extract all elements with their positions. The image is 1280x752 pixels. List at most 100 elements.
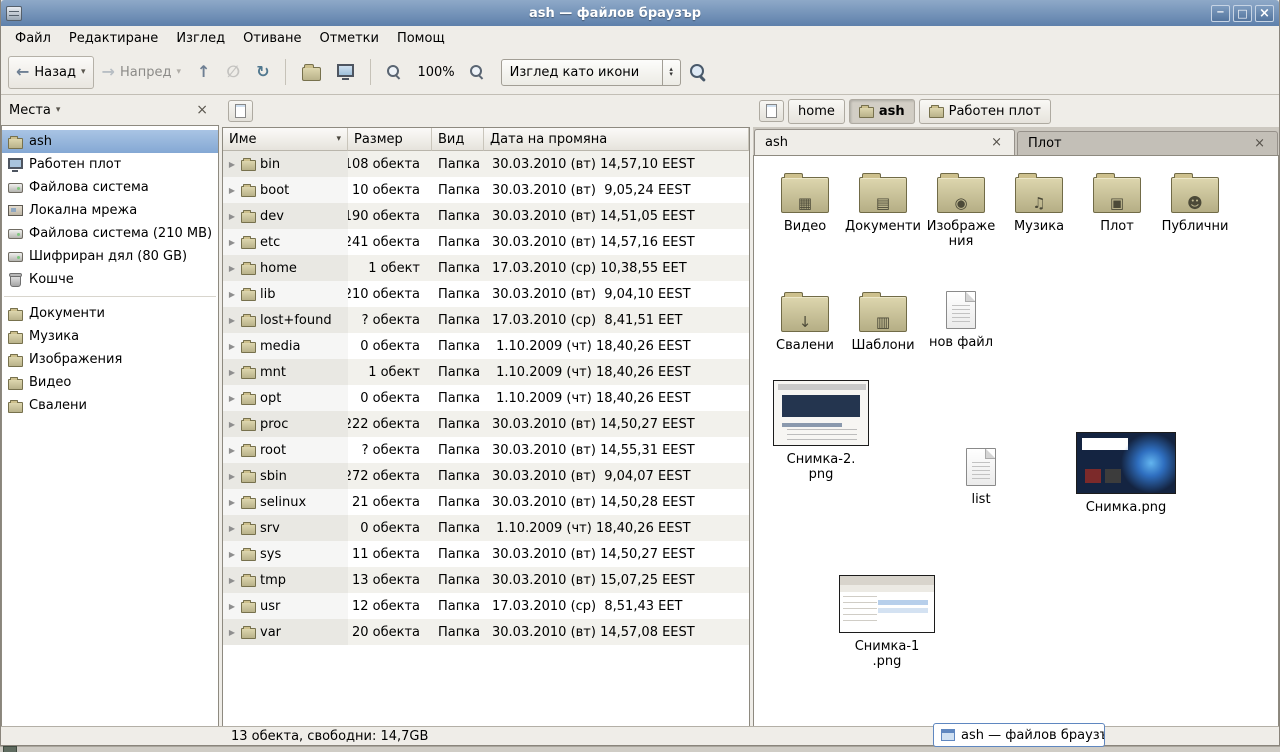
table-row[interactable]: sys 11 обекта Папка 30.03.2010 (вт) 14,5… bbox=[223, 541, 749, 567]
sidebar-item[interactable]: Изображения bbox=[2, 348, 218, 371]
file-icon-item[interactable]: Шаблони bbox=[844, 291, 922, 353]
location-toggle-button[interactable] bbox=[228, 100, 253, 122]
menu-item[interactable]: Редактиране bbox=[60, 28, 167, 49]
table-row[interactable]: dev 190 обекта Папка 30.03.2010 (вт) 14,… bbox=[223, 203, 749, 229]
close-button[interactable] bbox=[1255, 5, 1274, 22]
file-icon-item[interactable]: Плот bbox=[1078, 172, 1156, 234]
maximize-button[interactable] bbox=[1233, 5, 1252, 22]
pathbar-button[interactable]: ash bbox=[849, 99, 915, 124]
menu-item[interactable]: Отиване bbox=[234, 28, 310, 49]
close-icon[interactable] bbox=[193, 102, 211, 118]
taskbar-window-button[interactable]: ash — файлов браузър bbox=[933, 723, 1105, 747]
table-row[interactable]: bin 108 обекта Папка 30.03.2010 (вт) 14,… bbox=[223, 151, 749, 177]
expander-icon[interactable] bbox=[227, 368, 237, 377]
file-icon-item[interactable]: Видео bbox=[766, 172, 844, 234]
expander-icon[interactable] bbox=[227, 186, 237, 195]
search-button[interactable] bbox=[681, 56, 716, 89]
table-row[interactable]: srv 0 обекта Папка 1.10.2009 (чт) 18,40,… bbox=[223, 515, 749, 541]
sidebar-item[interactable]: Документи bbox=[2, 302, 218, 325]
computer-button[interactable] bbox=[329, 56, 362, 89]
table-row[interactable]: etc 241 обекта Папка 30.03.2010 (вт) 14,… bbox=[223, 229, 749, 255]
sidebar-item[interactable]: Работен плот bbox=[2, 153, 218, 176]
expander-icon[interactable] bbox=[227, 628, 237, 637]
expander-icon[interactable] bbox=[227, 394, 237, 403]
up-button[interactable] bbox=[189, 56, 218, 89]
expander-icon[interactable] bbox=[227, 420, 237, 429]
close-icon[interactable] bbox=[989, 135, 1004, 150]
table-row[interactable]: sbin 272 обекта Папка 30.03.2010 (вт) 9,… bbox=[223, 463, 749, 489]
file-icon-item[interactable]: Музика bbox=[1000, 172, 1078, 234]
table-row[interactable]: proc 222 обекта Папка 30.03.2010 (вт) 14… bbox=[223, 411, 749, 437]
file-icon-item[interactable]: Снимка.png bbox=[1066, 432, 1186, 515]
file-icon-item[interactable]: нов файл bbox=[922, 291, 1000, 350]
close-icon[interactable] bbox=[1252, 136, 1267, 151]
column-header-type[interactable]: Вид bbox=[432, 128, 484, 151]
pane-tab[interactable]: ash bbox=[754, 129, 1015, 155]
expander-icon[interactable] bbox=[227, 212, 237, 221]
pane-tab[interactable]: Плот bbox=[1017, 131, 1278, 155]
menu-item[interactable]: Файл bbox=[6, 28, 60, 49]
spinner-arrows-icon[interactable] bbox=[662, 60, 680, 85]
expander-icon[interactable] bbox=[227, 342, 237, 351]
table-row[interactable]: media 0 обекта Папка 1.10.2009 (чт) 18,4… bbox=[223, 333, 749, 359]
expander-icon[interactable] bbox=[227, 550, 237, 559]
file-icon-item[interactable]: list bbox=[946, 448, 1016, 507]
location-toggle-button[interactable] bbox=[759, 100, 784, 122]
file-icon-item[interactable]: Документи bbox=[844, 172, 922, 234]
pathbar-button[interactable]: Работен плот bbox=[919, 99, 1051, 124]
back-button[interactable]: Назад bbox=[8, 56, 94, 89]
forward-button[interactable]: Напред bbox=[94, 56, 189, 89]
pathbar-button[interactable]: home bbox=[788, 99, 845, 124]
expander-icon[interactable] bbox=[227, 524, 237, 533]
minimize-button[interactable] bbox=[1211, 5, 1230, 22]
menu-item[interactable]: Изглед bbox=[167, 28, 234, 49]
sidebar-item[interactable]: Файлова система (210 MB) bbox=[2, 222, 218, 245]
expander-icon[interactable] bbox=[227, 576, 237, 585]
expander-icon[interactable] bbox=[227, 316, 237, 325]
expander-icon[interactable] bbox=[227, 446, 237, 455]
column-header-name[interactable]: Име bbox=[223, 128, 348, 151]
table-row[interactable]: selinux 21 обекта Папка 30.03.2010 (вт) … bbox=[223, 489, 749, 515]
sidebar-title[interactable]: Места bbox=[9, 103, 51, 118]
expander-icon[interactable] bbox=[227, 264, 237, 273]
sidebar-item[interactable]: Файлова система bbox=[2, 176, 218, 199]
sidebar-item[interactable]: Музика bbox=[2, 325, 218, 348]
sidebar-item[interactable]: Кошче bbox=[2, 268, 218, 291]
zoom-out-button[interactable] bbox=[379, 56, 410, 89]
expander-icon[interactable] bbox=[227, 238, 237, 247]
show-desktop-icon[interactable] bbox=[3, 746, 17, 752]
chevron-down-icon[interactable] bbox=[56, 105, 61, 115]
table-row[interactable]: lost+found ? обекта Папка 17.03.2010 (ср… bbox=[223, 307, 749, 333]
column-header-size[interactable]: Размер bbox=[348, 128, 432, 151]
expander-icon[interactable] bbox=[227, 602, 237, 611]
file-icon-item[interactable]: Свалени bbox=[766, 291, 844, 353]
sidebar-item[interactable]: Локална мрежа bbox=[2, 199, 218, 222]
expander-icon[interactable] bbox=[227, 290, 237, 299]
reload-button[interactable] bbox=[248, 56, 277, 89]
menu-item[interactable]: Помощ bbox=[388, 28, 454, 49]
chevron-down-icon[interactable] bbox=[81, 67, 86, 77]
table-row[interactable]: boot 10 обекта Папка 30.03.2010 (вт) 9,0… bbox=[223, 177, 749, 203]
file-icon-item[interactable]: Снимка-2.png bbox=[766, 380, 876, 482]
expander-icon[interactable] bbox=[227, 472, 237, 481]
view-mode-select[interactable]: Изглед като икони bbox=[501, 59, 681, 86]
sidebar-item[interactable]: ash bbox=[2, 130, 218, 153]
titlebar[interactable]: ash — файлов браузър bbox=[1, 0, 1279, 26]
table-row[interactable]: usr 12 обекта Папка 17.03.2010 (ср) 8,51… bbox=[223, 593, 749, 619]
table-row[interactable]: lib 210 обекта Папка 30.03.2010 (вт) 9,0… bbox=[223, 281, 749, 307]
table-row[interactable]: var 20 обекта Папка 30.03.2010 (вт) 14,5… bbox=[223, 619, 749, 645]
table-row[interactable]: opt 0 обекта Папка 1.10.2009 (чт) 18,40,… bbox=[223, 385, 749, 411]
stop-button[interactable] bbox=[218, 56, 248, 89]
zoom-in-button[interactable] bbox=[462, 56, 493, 89]
expander-icon[interactable] bbox=[227, 160, 237, 169]
table-row[interactable]: mnt 1 обект Папка 1.10.2009 (чт) 18,40,2… bbox=[223, 359, 749, 385]
column-header-date[interactable]: Дата на промяна bbox=[484, 128, 749, 151]
sidebar-item[interactable]: Шифриран дял (80 GB) bbox=[2, 245, 218, 268]
table-row[interactable]: tmp 13 обекта Папка 30.03.2010 (вт) 15,0… bbox=[223, 567, 749, 593]
table-row[interactable]: root ? обекта Папка 30.03.2010 (вт) 14,5… bbox=[223, 437, 749, 463]
file-icon-item[interactable]: Изображения bbox=[922, 172, 1000, 249]
menu-item[interactable]: Отметки bbox=[310, 28, 387, 49]
table-row[interactable]: home 1 обект Папка 17.03.2010 (ср) 10,38… bbox=[223, 255, 749, 281]
file-icon-item[interactable]: Снимка-1.png bbox=[832, 575, 942, 669]
file-icon-item[interactable]: Публични bbox=[1156, 172, 1234, 234]
